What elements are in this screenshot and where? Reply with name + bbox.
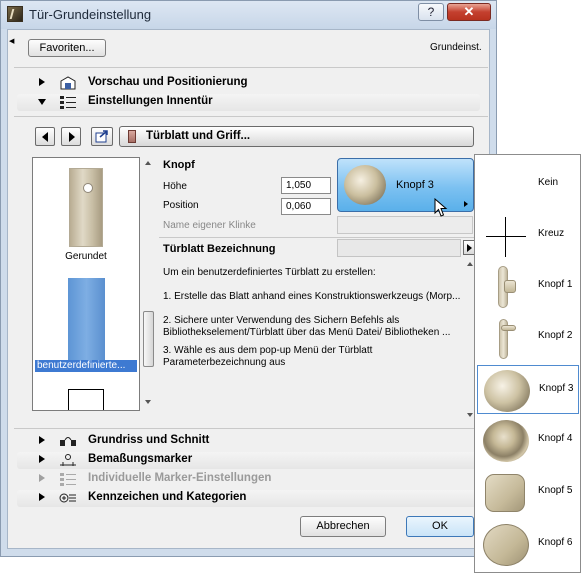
expand-arrow-icon[interactable]	[39, 493, 45, 501]
expand-arrow-icon[interactable]	[39, 455, 45, 463]
preset-name: Grundeinst.	[430, 42, 482, 53]
knob-section-label: Knopf	[163, 159, 195, 171]
title-bar[interactable]: Tür-Grundeinstellung ? ✕	[1, 1, 496, 29]
window-title: Tür-Grundeinstellung	[29, 7, 152, 22]
knob-3-icon	[344, 165, 386, 205]
height-label: Höhe	[163, 181, 187, 192]
popup-item-label: Knopf 5	[538, 485, 573, 496]
expand-arrow-icon[interactable]	[39, 436, 45, 444]
divider	[159, 237, 478, 238]
help-button[interactable]: ?	[418, 3, 444, 21]
settings-list-icon	[60, 96, 76, 109]
leaf-name-label: Türblatt Bezeichnung	[163, 243, 276, 255]
door-leaf-preview-list[interactable]: Gerundet benutzerdefinierte...	[32, 157, 140, 411]
listing-icon	[59, 493, 76, 503]
knob-type-select[interactable]: Knopf 3	[337, 158, 474, 212]
popup-item-cross[interactable]: Kreuz	[477, 211, 579, 260]
popup-item-handle-2[interactable]: Knopf 2	[477, 313, 579, 362]
panel-label: Vorschau und Positionierung	[88, 76, 248, 88]
handle-1-icon	[483, 266, 529, 308]
popup-item-knob-5[interactable]: Knopf 5	[477, 468, 579, 517]
collapse-arrow-icon[interactable]	[38, 99, 46, 105]
popup-item-knob-4[interactable]: Knopf 4	[477, 416, 579, 465]
custom-handle-field	[337, 216, 473, 234]
popup-item-none[interactable]: Kein	[477, 160, 579, 209]
panel-label: Individuelle Marker-Einstellungen	[88, 472, 272, 484]
list-item-label-selected[interactable]: benutzerdefinierte...	[35, 360, 137, 372]
mouse-cursor-icon	[434, 198, 448, 217]
popup-item-label: Knopf 6	[538, 537, 573, 548]
info-text: Bibliothekselement/Türblatt über das Men…	[163, 327, 451, 338]
list-scrollbar[interactable]	[142, 157, 155, 411]
scroll-up-icon[interactable]	[145, 161, 151, 165]
handle-2-icon	[483, 317, 529, 359]
panel-label: Grundriss und Schnitt	[88, 434, 210, 446]
divider	[14, 116, 488, 117]
panel-preview[interactable]: Vorschau und Positionierung	[17, 75, 480, 92]
popup-item-handle-1[interactable]: Knopf 1	[477, 262, 579, 311]
panel-custom-marker: Individuelle Marker-Einstellungen	[17, 471, 480, 488]
cross-icon	[483, 215, 529, 257]
expand-arrow-icon[interactable]	[39, 78, 45, 86]
custom-handle-label: Name eigener Klinke	[163, 220, 256, 231]
knob-picker-popup[interactable]: Kein Kreuz Knopf 1 Knopf 2 Knopf 3 Knopf…	[474, 154, 581, 573]
settings-list-icon	[60, 473, 76, 486]
plan-section-icon	[60, 437, 76, 446]
position-label: Position	[163, 200, 199, 211]
door-leaf-preview[interactable]	[68, 389, 104, 410]
position-field[interactable]: 0,060	[281, 198, 331, 215]
panel-dimension-marker[interactable]: Bemaßungsmarker	[17, 452, 480, 469]
popup-item-label: Kein	[538, 177, 559, 188]
popup-item-knob-3[interactable]: Knopf 3	[477, 365, 579, 414]
subpage-label: Türblatt und Griff...	[146, 130, 251, 142]
app-icon	[7, 6, 23, 22]
door-leaf-rounded-preview[interactable]	[69, 168, 103, 247]
knob-6-icon	[483, 524, 529, 566]
dimension-marker-icon	[60, 454, 76, 466]
panel-listing[interactable]: Kennzeichen und Kategorien	[17, 490, 480, 507]
door-hole	[83, 183, 93, 193]
collapse-arrow-icon[interactable]: ◀	[9, 37, 14, 45]
panel-label: Bemaßungsmarker	[88, 453, 193, 465]
panel-plan-section[interactable]: Grundriss und Schnitt	[17, 433, 480, 450]
panel-inner-door[interactable]: Einstellungen Innentür	[17, 94, 480, 111]
knob-5-icon	[485, 474, 525, 512]
scroll-thumb[interactable]	[143, 311, 154, 367]
subpage-select[interactable]: Türblatt und Griff...	[119, 126, 474, 147]
cancel-button[interactable]: Abbrechen	[300, 516, 386, 537]
info-text: Parameterbezeichnung aus	[163, 357, 286, 368]
divider	[14, 67, 488, 68]
knob-4-icon	[483, 420, 529, 462]
knob-3-icon	[484, 370, 530, 412]
info-text: Um ein benutzerdefiniertes Türblatt zu e…	[163, 267, 376, 278]
info-text: 1. Erstelle das Blatt anhand eines Konst…	[163, 291, 461, 302]
list-item-label[interactable]: Gerundet	[33, 251, 139, 262]
leaf-name-field	[337, 239, 461, 257]
scroll-down-icon[interactable]	[467, 413, 473, 417]
scroll-up-icon[interactable]	[467, 262, 473, 266]
expand-arrow-icon	[39, 474, 45, 482]
popup-item-label: Knopf 4	[538, 433, 573, 444]
popup-arrow-icon	[464, 201, 468, 207]
popup-item-label: Knopf 2	[538, 330, 573, 341]
door-leaf-custom-preview[interactable]	[68, 278, 105, 362]
height-field[interactable]: 1,050	[281, 177, 331, 194]
popup-item-label: Knopf 3	[539, 383, 574, 394]
popup-item-knob-6[interactable]: Knopf 6	[477, 520, 579, 569]
popup-item-label: Kreuz	[538, 228, 565, 239]
door-leaf-icon	[128, 130, 136, 143]
previous-page-button[interactable]	[35, 127, 55, 146]
popup-item-label: Knopf 1	[538, 279, 573, 290]
scroll-down-icon[interactable]	[145, 400, 151, 404]
preview-icon	[60, 76, 76, 90]
ok-button[interactable]: OK	[406, 516, 474, 537]
knob-select-label: Knopf 3	[396, 179, 434, 191]
next-page-button[interactable]	[61, 127, 81, 146]
panel-label: Einstellungen Innentür	[88, 95, 213, 107]
favorites-button[interactable]: Favoriten...	[28, 39, 106, 57]
panel-label: Kennzeichen und Kategorien	[88, 491, 247, 503]
divider	[14, 428, 488, 429]
close-button[interactable]: ✕	[447, 3, 491, 21]
export-icon[interactable]	[91, 127, 113, 146]
